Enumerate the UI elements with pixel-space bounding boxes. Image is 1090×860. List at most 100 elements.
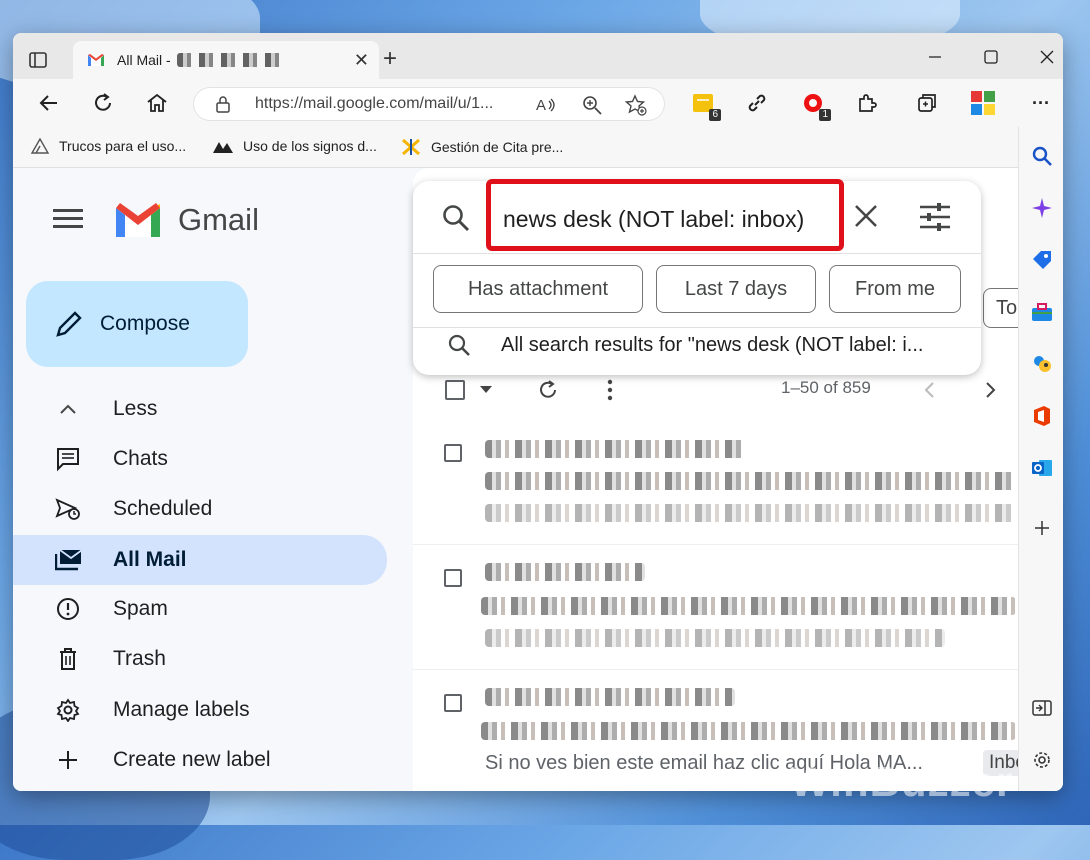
nav-label: Manage labels — [113, 698, 250, 721]
clear-search-icon[interactable] — [853, 203, 879, 229]
refresh-icon[interactable] — [537, 379, 559, 401]
sidebar-copilot-button[interactable] — [1031, 197, 1053, 219]
extensions-button[interactable] — [853, 89, 881, 117]
tab-gmail[interactable]: All Mail - ✕ — [73, 41, 379, 79]
search-input[interactable]: news desk (NOT label: inbox) — [503, 206, 804, 233]
tab-actions-button[interactable] — [25, 47, 51, 73]
toolbox-icon — [1032, 303, 1052, 321]
back-button[interactable] — [35, 89, 63, 117]
spam-icon — [57, 598, 79, 620]
nav-label: All Mail — [113, 548, 187, 571]
sidebar-games-button[interactable] — [1031, 353, 1053, 375]
panel-collapse-icon — [1032, 700, 1052, 716]
sparkle-icon — [1032, 198, 1052, 218]
select-all-checkbox[interactable] — [445, 380, 465, 400]
chip-last-7-days[interactable]: Last 7 days — [656, 265, 816, 313]
redacted-sender — [485, 440, 745, 458]
minimize-button[interactable] — [915, 43, 955, 71]
gmail-app: Gmail Compose Less Chats Scheduled All M… — [13, 168, 1018, 791]
tab-title-redacted — [176, 53, 287, 67]
to-filter-chip[interactable]: To — [983, 288, 1018, 328]
sidebar-hide-button[interactable] — [1031, 697, 1053, 719]
main-menu-button[interactable] — [53, 208, 83, 235]
nav-manage-labels[interactable]: Manage labels — [13, 686, 387, 734]
maximize-button[interactable] — [971, 43, 1011, 71]
home-button[interactable] — [143, 89, 171, 117]
sidebar-office-button[interactable] — [1031, 405, 1053, 427]
chip-has-attachment[interactable]: Has attachment — [433, 265, 643, 313]
message-row[interactable] — [413, 545, 1018, 670]
chip-from-me[interactable]: From me — [829, 265, 961, 313]
more-menu-button[interactable]: ··· — [1027, 89, 1055, 117]
gmail-logo[interactable] — [113, 202, 163, 245]
row-checkbox[interactable] — [444, 569, 462, 587]
back-arrow-icon — [39, 95, 57, 111]
nav-trash[interactable]: Trash — [13, 635, 387, 683]
new-tab-button[interactable]: + — [383, 47, 397, 71]
extension-badge: 6 — [709, 109, 721, 121]
sidebar-add-button[interactable] — [1031, 517, 1053, 539]
nav-less[interactable]: Less — [13, 385, 387, 433]
message-row[interactable] — [413, 420, 1018, 545]
redacted-subject — [481, 597, 1016, 615]
nav-create-label[interactable]: Create new label — [13, 736, 387, 784]
add-favorite-icon[interactable] — [625, 94, 647, 116]
hamburger-icon — [53, 209, 83, 228]
divider — [413, 253, 981, 254]
plus-icon — [59, 751, 77, 769]
divider — [413, 327, 981, 328]
edge-sidebar — [1018, 127, 1063, 791]
row-checkbox[interactable] — [444, 444, 462, 462]
chevron-down-icon[interactable] — [479, 385, 493, 395]
nav-chats[interactable]: Chats — [13, 435, 387, 483]
search-suggestion[interactable]: All search results for "news desk (NOT l… — [501, 334, 923, 357]
minimize-icon — [929, 56, 941, 58]
browser-toolbar: https://mail.google.com/mail/u/1... A 6 … — [13, 79, 1063, 127]
close-icon — [1040, 50, 1054, 64]
plus-icon — [1035, 521, 1049, 535]
bookmark-item[interactable]: Uso de los signos d... — [213, 138, 377, 154]
collections-button[interactable] — [913, 89, 941, 117]
search-options-icon[interactable] — [919, 203, 951, 231]
gmail-favicon-icon — [88, 54, 104, 66]
profile-button[interactable] — [969, 89, 997, 117]
compose-button[interactable]: Compose — [26, 281, 248, 367]
search-icon — [448, 334, 470, 356]
browser-window: All Mail - ✕ + https://mail.google.com/m… — [13, 33, 1063, 791]
extension-opera-button[interactable]: 1 — [799, 89, 831, 121]
games-icon — [1034, 356, 1051, 372]
row-checkbox[interactable] — [444, 694, 462, 712]
bookmark-item[interactable]: Trucos para el uso... — [31, 138, 186, 154]
chevron-right-icon[interactable] — [985, 381, 997, 399]
nav-scheduled[interactable]: Scheduled — [13, 485, 387, 533]
nav-spam[interactable]: Spam — [13, 585, 387, 633]
address-bar[interactable]: https://mail.google.com/mail/u/1... A — [193, 87, 665, 121]
refresh-button[interactable] — [89, 89, 117, 117]
link-icon — [748, 94, 766, 112]
sidebar-tools-button[interactable] — [1031, 301, 1053, 323]
sidebar-shopping-button[interactable] — [1031, 249, 1053, 271]
bookmark-label: Uso de los signos d... — [243, 138, 377, 154]
chevron-left-icon[interactable] — [923, 381, 935, 399]
extension-link-button[interactable] — [743, 89, 771, 117]
sidebar-settings-button[interactable] — [1031, 749, 1053, 771]
more-vert-icon[interactable] — [607, 379, 613, 401]
tab-actions-icon — [29, 52, 47, 68]
tab-close-icon[interactable]: ✕ — [354, 50, 369, 71]
watermark-text: WinBuzzer — [790, 758, 1014, 805]
outlook-icon — [1032, 460, 1052, 476]
zoom-icon[interactable] — [581, 94, 603, 116]
read-aloud-icon[interactable]: A — [535, 94, 557, 116]
close-window-button[interactable] — [1027, 43, 1063, 71]
redacted-subject — [481, 722, 1016, 740]
sidebar-search-button[interactable] — [1031, 145, 1053, 167]
bookmark-item[interactable]: Gestión de Cita pre... — [401, 138, 563, 156]
pencil-icon — [56, 311, 82, 337]
nav-all-mail[interactable]: All Mail — [13, 535, 387, 585]
office-icon — [1034, 406, 1050, 426]
search-icon[interactable] — [441, 203, 471, 233]
pagination-text: 1–50 of 859 — [781, 378, 871, 397]
extension-notes-button[interactable]: 6 — [689, 89, 721, 121]
sidebar-outlook-button[interactable] — [1031, 457, 1053, 479]
all-mail-icon — [55, 549, 81, 571]
